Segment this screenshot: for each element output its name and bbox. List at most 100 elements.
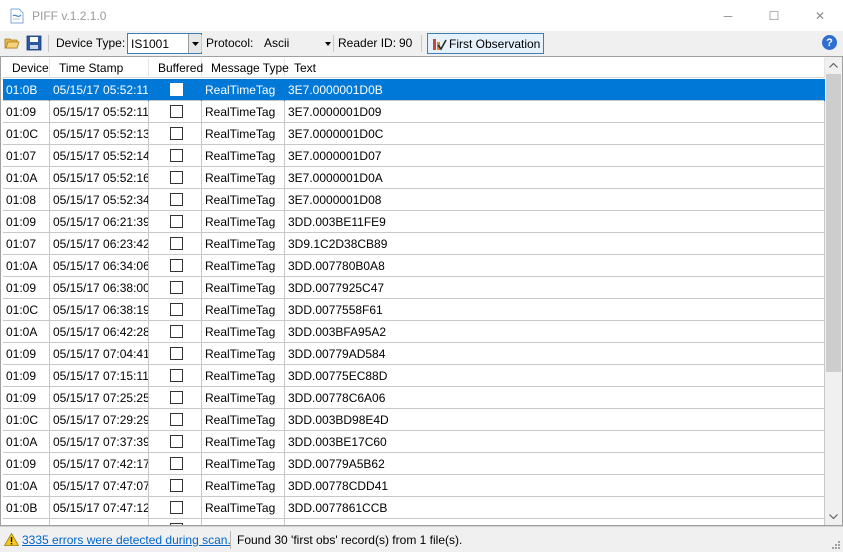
- device-cell: 01:09: [3, 365, 50, 387]
- buffered-checkbox[interactable]: [170, 281, 183, 294]
- text-cell: 3DD.003BFA95A2: [285, 321, 825, 343]
- table-row[interactable]: 01:0A 05/15/17 07:47:07 RealTimeTag 3DD.007…: [3, 475, 825, 497]
- chevron-down-icon: [325, 42, 331, 46]
- buffered-checkbox[interactable]: [170, 171, 183, 184]
- buffered-cell: [149, 255, 202, 277]
- buffered-checkbox[interactable]: [170, 215, 183, 228]
- time-stamp-cell: 05/15/17 06:38:00: [50, 277, 149, 299]
- buffered-cell: [149, 321, 202, 343]
- table-row[interactable]: 01:0A 05/15/17 05:52:16 RealTimeTag 3E7.000…: [3, 167, 825, 189]
- text-cell: 3DD.0077861CCB: [285, 497, 825, 519]
- table-row[interactable]: 01:0B 05/15/17 05:52:11 RealTimeTag 3E7.000…: [3, 79, 825, 101]
- text-cell: 3DD.00779AD584: [285, 343, 825, 365]
- table-row[interactable]: 01:09 05/15/17 07:15:11 RealTimeTag 3DD.007…: [3, 365, 825, 387]
- buffered-checkbox[interactable]: [170, 369, 183, 382]
- scroll-down-button[interactable]: [825, 508, 842, 525]
- resize-grip-icon[interactable]: [830, 539, 840, 549]
- first-observation-button[interactable]: First Observation: [427, 33, 544, 54]
- text-cell: 3DD.00779A5B62: [285, 453, 825, 475]
- buffered-checkbox[interactable]: [170, 303, 183, 316]
- device-cell: 01:09: [3, 343, 50, 365]
- buffered-checkbox[interactable]: [170, 127, 183, 140]
- table-row[interactable]: 01:0B 05/15/17 07:47:12 RealTimeTag 3DD.007…: [3, 497, 825, 519]
- table-row[interactable]: 01:0A 05/15/17 06:42:28 RealTimeTag 3DD.003…: [3, 321, 825, 343]
- status-separator: [230, 531, 231, 549]
- buffered-checkbox[interactable]: [170, 149, 183, 162]
- column-header-message-type[interactable]: Message Type: [202, 58, 289, 78]
- table-row[interactable]: 01:07 05/15/17 06:23:42 RealTimeTag 3D9.1C2…: [3, 233, 825, 255]
- device-type-dropdown-button[interactable]: [188, 34, 201, 53]
- buffered-checkbox[interactable]: [170, 457, 183, 470]
- buffered-checkbox[interactable]: [170, 413, 183, 426]
- message-type-cell: RealTimeTag: [202, 519, 285, 525]
- table-row[interactable]: 01:09 05/15/17 05:52:11 RealTimeTag 3E7.000…: [3, 101, 825, 123]
- protocol-select[interactable]: Ascii: [262, 33, 332, 54]
- device-type-select[interactable]: IS1001: [127, 33, 202, 54]
- toolbar-separator: [421, 35, 422, 52]
- table-row[interactable]: 01:09 05/15/17 07:25:25 RealTimeTag 3DD.007…: [3, 387, 825, 409]
- buffered-checkbox[interactable]: [170, 259, 183, 272]
- device-cell: 01:0A: [3, 431, 50, 453]
- buffered-checkbox[interactable]: [170, 325, 183, 338]
- buffered-checkbox[interactable]: [170, 479, 183, 492]
- toolbar-separator: [48, 35, 49, 52]
- device-cell: 01:0A: [3, 321, 50, 343]
- table-row[interactable]: 01:07 05/15/17 05:52:14 RealTimeTag 3E7.000…: [3, 145, 825, 167]
- buffered-checkbox[interactable]: [170, 105, 183, 118]
- column-header-buffered[interactable]: Buffered: [149, 58, 203, 78]
- buffered-cell: [149, 79, 202, 101]
- device-cell: 01:08: [3, 189, 50, 211]
- device-cell: 01:0B: [3, 497, 50, 519]
- message-type-cell: RealTimeTag: [202, 189, 285, 211]
- column-header-time-stamp[interactable]: Time Stamp: [50, 58, 149, 78]
- help-icon[interactable]: ?: [822, 35, 837, 50]
- toolbar: Device Type: IS1001 Protocol: Ascii Read…: [0, 31, 843, 56]
- table-row[interactable]: 01:0C 05/15/17 06:38:19 RealTimeTag 3DD.007…: [3, 299, 825, 321]
- table-row[interactable]: 01:09 05/15/17 07:04:41 RealTimeTag 3DD.007…: [3, 343, 825, 365]
- close-button[interactable]: ✕: [797, 0, 843, 31]
- buffered-checkbox[interactable]: [170, 435, 183, 448]
- title-bar: PIFF v.1.2.1.0 ─ ☐ ✕: [0, 0, 843, 31]
- message-type-cell: RealTimeTag: [202, 431, 285, 453]
- column-header-device[interactable]: Device: [3, 58, 50, 78]
- buffered-checkbox[interactable]: [170, 347, 183, 360]
- maximize-button[interactable]: ☐: [751, 0, 797, 31]
- table-row[interactable]: 01:0A 05/15/17 06:34:06 RealTimeTag 3DD.007…: [3, 255, 825, 277]
- buffered-checkbox[interactable]: [170, 391, 183, 404]
- table-row[interactable]: 01:0C 05/15/17 07:29:29 RealTimeTag 3DD.003…: [3, 409, 825, 431]
- message-type-cell: RealTimeTag: [202, 299, 285, 321]
- records-grid[interactable]: Device Time Stamp Buffered Message Type …: [0, 56, 843, 526]
- table-row[interactable]: 01:0C 05/15/17 05:52:13 RealTimeTag 3E7.000…: [3, 123, 825, 145]
- buffered-checkbox[interactable]: [170, 501, 183, 514]
- time-stamp-cell: 05/15/17 07:47:07: [50, 475, 149, 497]
- vertical-scrollbar[interactable]: [825, 57, 842, 525]
- table-row[interactable]: 01:0A05/15/17 07:47:50 RealTimeTag3DD.007…: [3, 519, 825, 525]
- scroll-thumb[interactable]: [826, 74, 841, 372]
- buffered-checkbox[interactable]: [170, 237, 183, 250]
- buffered-checkbox[interactable]: [170, 83, 183, 96]
- text-cell: 3E7.0000001D0B: [285, 79, 825, 101]
- text-cell: 3E7.0000001D0C: [285, 123, 825, 145]
- table-row[interactable]: 01:08 05/15/17 05:52:34 RealTimeTag 3E7.000…: [3, 189, 825, 211]
- reader-id-value[interactable]: 90: [399, 36, 412, 50]
- save-icon[interactable]: [26, 35, 42, 51]
- text-cell: 3DD.003BE11FE9: [285, 211, 825, 233]
- device-cell: 01:0A: [3, 255, 50, 277]
- buffered-cell: [149, 475, 202, 497]
- table-row[interactable]: 01:09 05/15/17 07:42:17 RealTimeTag 3DD.007…: [3, 453, 825, 475]
- message-type-cell: RealTimeTag: [202, 277, 285, 299]
- table-row[interactable]: 01:09 05/15/17 06:21:39 RealTimeTag 3DD.003…: [3, 211, 825, 233]
- minimize-button[interactable]: ─: [705, 0, 751, 31]
- table-row[interactable]: 01:0A 05/15/17 07:37:39 RealTimeTag 3DD.003…: [3, 431, 825, 453]
- buffered-cell: [149, 431, 202, 453]
- open-folder-icon[interactable]: [4, 35, 20, 51]
- errors-link[interactable]: 3335 errors were detected during scan.: [22, 533, 231, 547]
- scroll-up-button[interactable]: [825, 57, 842, 74]
- buffered-checkbox[interactable]: [170, 193, 183, 206]
- table-row[interactable]: 01:09 05/15/17 06:38:00 RealTimeTag 3DD.007…: [3, 277, 825, 299]
- device-cell: 01:09: [3, 101, 50, 123]
- grid-header: Device Time Stamp Buffered Message Type …: [3, 58, 825, 78]
- text-cell: 3DD.003BE17C60: [285, 431, 825, 453]
- device-cell: 01:0A: [3, 167, 50, 189]
- column-header-text[interactable]: Text: [285, 58, 825, 78]
